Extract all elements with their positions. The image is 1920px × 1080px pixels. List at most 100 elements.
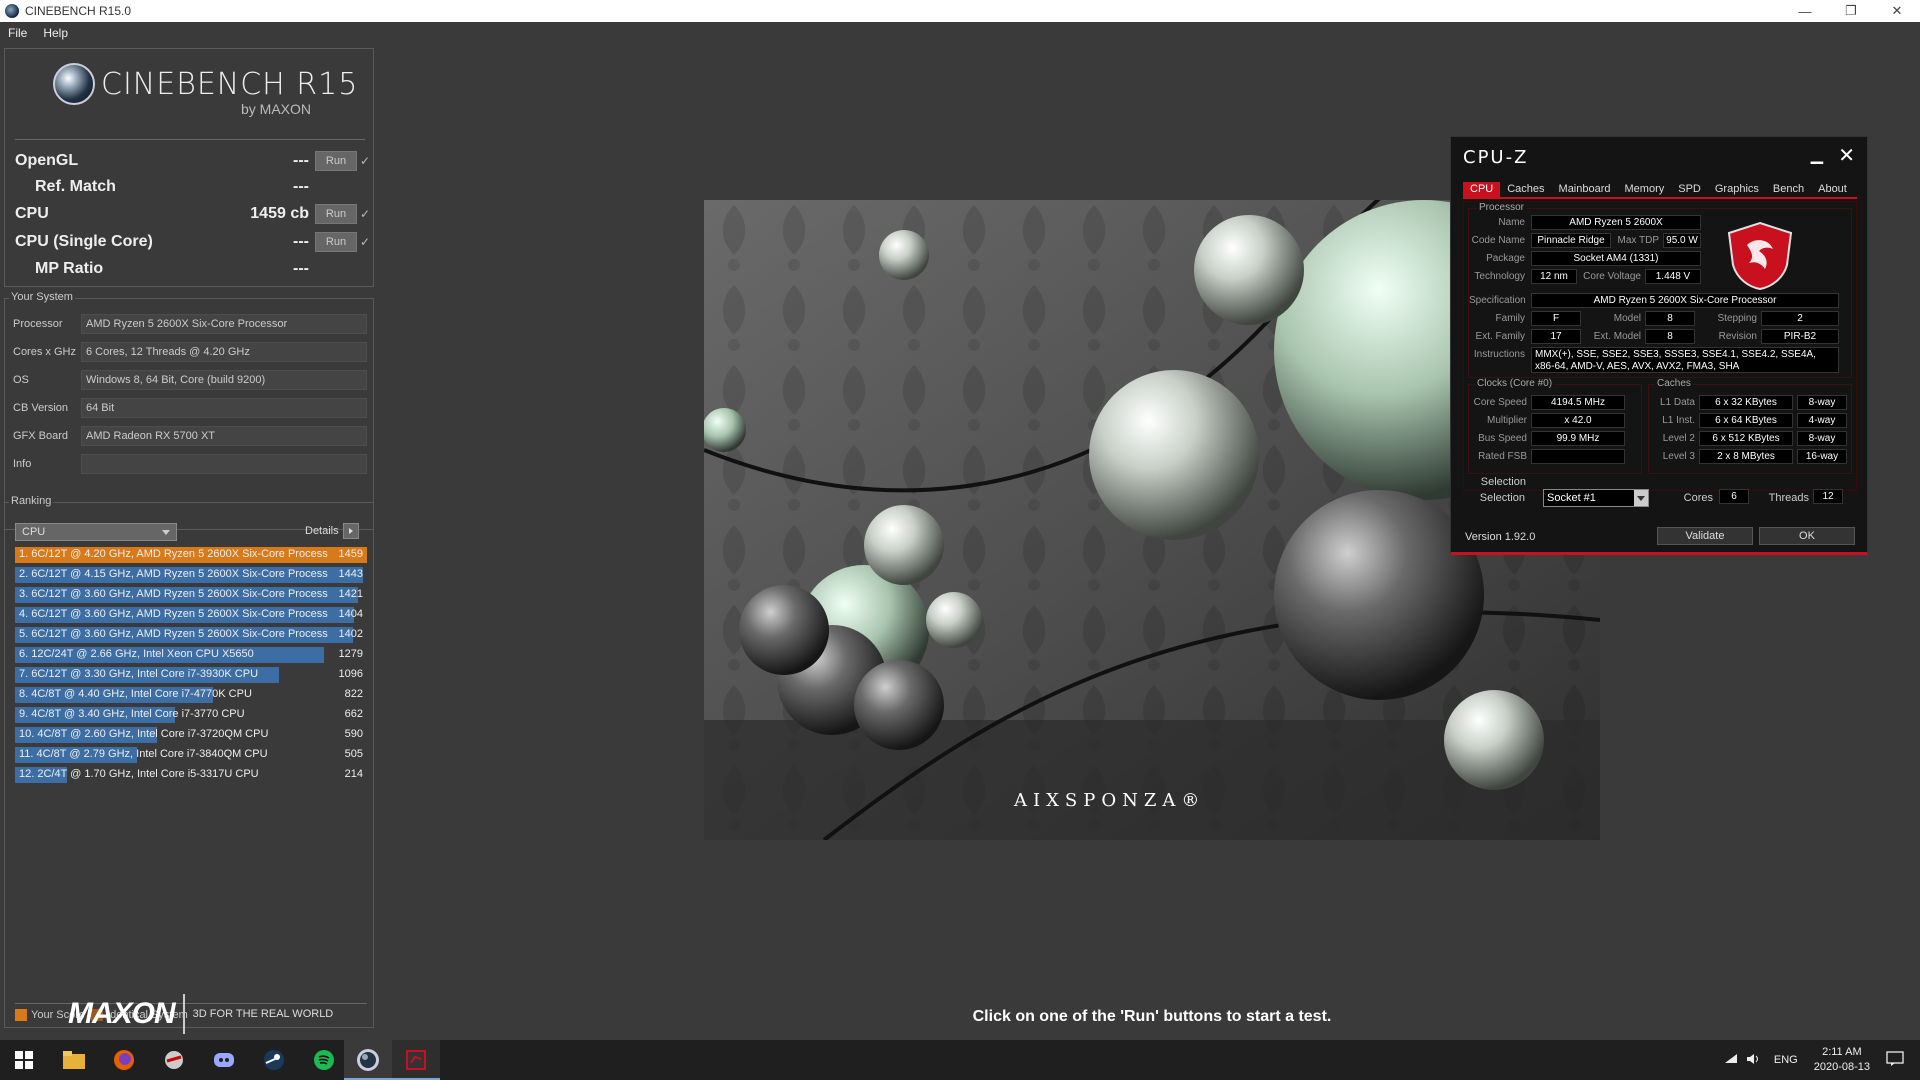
cache-size-value: 6 x 64 KBytes <box>1699 413 1793 428</box>
info-field[interactable] <box>81 454 367 474</box>
close-button[interactable]: ✕ <box>1874 0 1920 22</box>
core-speed-value: 4194.5 MHz <box>1531 395 1625 410</box>
ranking-label: 5. 6C/12T @ 3.60 GHz, AMD Ryzen 5 2600X … <box>19 628 328 640</box>
sys-value[interactable]: 64 Bit <box>81 398 367 418</box>
network-icon[interactable] <box>1724 1053 1738 1068</box>
cinebench-taskbar-icon[interactable] <box>356 1048 380 1072</box>
bus-speed-value: 99.9 MHz <box>1531 431 1625 446</box>
bench-value: --- <box>293 178 309 195</box>
play-arrow-icon[interactable] <box>342 523 359 539</box>
field-label: Name <box>1498 217 1525 228</box>
code-name-value: Pinnacle Ridge <box>1531 233 1611 248</box>
sys-key: OS <box>13 374 29 386</box>
field-label: Bus Speed <box>1478 433 1527 444</box>
divider <box>15 139 365 140</box>
bench-value: --- <box>293 152 309 169</box>
ranking-type-select[interactable]: CPU <box>15 523 177 541</box>
ranking-row[interactable]: 8. 4C/8T @ 4.40 GHz, Intel Core i7-4770K… <box>15 685 367 705</box>
cpuz-tab-memory[interactable]: Memory <box>1618 182 1672 197</box>
ranking-row[interactable]: 1. 6C/12T @ 4.20 GHz, AMD Ryzen 5 2600X … <box>15 545 367 565</box>
bench-value: --- <box>293 260 309 277</box>
run-cpu-button[interactable]: Run <box>315 204 357 224</box>
ranking-row[interactable]: 9. 4C/8T @ 3.40 GHz, Intel Core i7-3770 … <box>15 705 367 725</box>
windows-start-icon[interactable] <box>12 1048 36 1072</box>
minimize-button[interactable]: — <box>1782 0 1828 22</box>
ranking-row[interactable]: 11. 4C/8T @ 2.79 GHz, Intel Core i7-3840… <box>15 745 367 765</box>
logo-by-maxon: by MAXON <box>241 101 312 117</box>
cpuz-tab-mainboard[interactable]: Mainboard <box>1552 182 1618 197</box>
sys-key: Processor <box>13 318 63 330</box>
threads-value: 12 <box>1813 489 1843 504</box>
ranking-list: 1. 6C/12T @ 4.20 GHz, AMD Ryzen 5 2600X … <box>15 545 367 785</box>
ranking-row[interactable]: 12. 2C/4T @ 1.70 GHz, Intel Core i5-3317… <box>15 765 367 785</box>
ranking-label: 10. 4C/8T @ 2.60 GHz, Intel Core i7-3720… <box>19 728 269 740</box>
discord-icon[interactable] <box>212 1048 236 1072</box>
socket-selection-dropdown[interactable]: Socket #1 <box>1543 489 1649 507</box>
clock[interactable]: 2:11 AM 2020-08-13 <box>1814 1045 1870 1075</box>
sys-value[interactable]: AMD Radeon RX 5700 XT <box>81 426 367 446</box>
cpuz-tab-about[interactable]: About <box>1811 182 1854 197</box>
family-value: F <box>1531 311 1581 326</box>
sys-value[interactable]: Windows 8, 64 Bit, Core (build 9200) <box>81 370 367 390</box>
rated-fsb-value <box>1531 449 1625 464</box>
ranking-label: 1. 6C/12T @ 4.20 GHz, AMD Ryzen 5 2600X … <box>19 548 328 560</box>
bench-value: --- <box>293 233 309 250</box>
app-icon[interactable] <box>162 1048 186 1072</box>
file-explorer-icon[interactable] <box>62 1048 86 1072</box>
menu-file[interactable]: File <box>0 26 35 40</box>
sys-key: Cores x GHz <box>13 346 76 358</box>
cpuz-minimize-icon[interactable]: ▁ <box>1811 145 1823 165</box>
maxon-tagline: 3D FOR THE REAL WORLD <box>192 1008 334 1020</box>
core-voltage-value: 1.448 V <box>1645 269 1701 284</box>
ranking-row[interactable]: 3. 6C/12T @ 3.60 GHz, AMD Ryzen 5 2600X … <box>15 585 367 605</box>
validate-button[interactable]: Validate <box>1657 527 1753 545</box>
spotify-icon[interactable] <box>312 1048 336 1072</box>
sys-value[interactable]: AMD Ryzen 5 2600X Six-Core Processor <box>81 314 367 334</box>
ranking-label: 2. 6C/12T @ 4.15 GHz, AMD Ryzen 5 2600X … <box>19 568 328 580</box>
cache-assoc-value: 16-way <box>1797 449 1847 464</box>
ranking-row[interactable]: 10. 4C/8T @ 2.60 GHz, Intel Core i7-3720… <box>15 725 367 745</box>
volume-icon[interactable] <box>1746 1053 1760 1068</box>
cpuz-close-icon[interactable]: ✕ <box>1838 143 1855 168</box>
sys-value[interactable]: 6 Cores, 12 Threads @ 4.20 GHz <box>81 342 367 362</box>
ok-button[interactable]: OK <box>1759 527 1855 545</box>
ranking-row[interactable]: 5. 6C/12T @ 3.60 GHz, AMD Ryzen 5 2600X … <box>15 625 367 645</box>
language-indicator[interactable]: ENG <box>1774 1054 1798 1066</box>
field-label: Ext. Family <box>1475 331 1525 342</box>
your-system-panel: Your System Processor AMD Ryzen 5 2600X … <box>4 291 374 530</box>
cpuz-tab-bench[interactable]: Bench <box>1766 182 1811 197</box>
cores-value: 6 <box>1719 489 1749 504</box>
ranking-score: 1096 <box>338 668 363 680</box>
cache-assoc-value: 4-way <box>1797 413 1847 428</box>
steam-icon[interactable] <box>262 1048 286 1072</box>
ranking-row[interactable]: 6. 12C/24T @ 2.66 GHz, Intel Xeon CPU X5… <box>15 645 367 665</box>
restore-button[interactable]: ❐ <box>1828 0 1874 22</box>
details-toggle[interactable]: Details <box>305 523 359 539</box>
opengl-check-icon[interactable]: ✓ <box>357 154 373 168</box>
menu-help[interactable]: Help <box>35 26 76 40</box>
bench-row-opengl: OpenGL --- Run ✓ <box>15 149 373 173</box>
taskbar: ENG 2:11 AM 2020-08-13 <box>0 1040 1920 1080</box>
run-opengl-button[interactable]: Run <box>315 151 357 171</box>
chevron-down-icon <box>1634 490 1648 506</box>
cpuz-tab-spd[interactable]: SPD <box>1671 182 1708 197</box>
menu-bar: File Help <box>0 22 1920 44</box>
cpuz-tab-caches[interactable]: Caches <box>1500 182 1551 197</box>
notification-center-icon[interactable] <box>1886 1050 1904 1070</box>
cache-assoc-value: 8-way <box>1797 395 1847 410</box>
cpu-check-icon[interactable]: ✓ <box>357 207 373 221</box>
run-cpu-single-button[interactable]: Run <box>315 232 357 252</box>
ranking-score: 1443 <box>338 568 363 580</box>
ranking-row[interactable]: 2. 6C/12T @ 4.15 GHz, AMD Ryzen 5 2600X … <box>15 565 367 585</box>
ranking-row[interactable]: 4. 6C/12T @ 3.60 GHz, AMD Ryzen 5 2600X … <box>15 605 367 625</box>
specification-value: AMD Ryzen 5 2600X Six-Core Processor <box>1531 293 1839 308</box>
cpuz-taskbar-icon[interactable] <box>404 1048 428 1072</box>
cpuz-tab-graphics[interactable]: Graphics <box>1708 182 1766 197</box>
cpu-single-check-icon[interactable]: ✓ <box>357 235 373 249</box>
ranking-row[interactable]: 7. 6C/12T @ 3.30 GHz, Intel Core i7-3930… <box>15 665 367 685</box>
cpuz-tab-cpu[interactable]: CPU <box>1463 182 1501 197</box>
stepping-value: 2 <box>1761 311 1839 326</box>
firefox-icon[interactable] <box>112 1048 136 1072</box>
left-panel: CINEBENCH R15 by MAXON OpenGL --- Run ✓ … <box>0 44 380 1039</box>
cache-size-value: 2 x 8 MBytes <box>1699 449 1793 464</box>
